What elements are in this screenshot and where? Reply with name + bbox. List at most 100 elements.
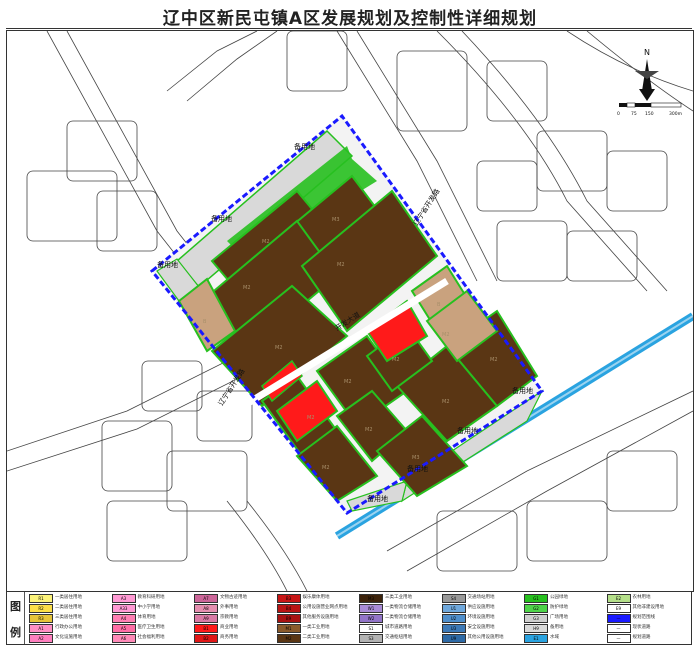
reserve-label-7: 备用地 [367, 494, 388, 503]
legend-swatch: S4 [441, 594, 466, 603]
legend-item: G2 防护绿地 [524, 604, 607, 613]
legend-item: A8 外事用地 [194, 604, 277, 613]
legend-label: 社会福利用地 [137, 635, 165, 640]
page-title: 辽中区新民屯镇A区发展规划及控制性详细规划 [162, 9, 538, 29]
legend-swatch: E9 [606, 604, 631, 613]
map-legend: 图 例 R1 一类居住用地 R2 二类居住用地 R3 三类居住用地 A1 行政办公用地 A2 文化… [6, 591, 692, 645]
legend-swatch: A2 [29, 634, 53, 643]
legend-item: M2 二类工业用地 [276, 634, 360, 643]
legend-swatch: M2 [276, 634, 301, 643]
legend-label: 广场用地 [550, 615, 568, 620]
legend-swatch: U2 [441, 614, 466, 623]
legend-item: A9 宗教用地 [194, 614, 277, 623]
legend-swatch: B4 [276, 604, 301, 613]
legend-item: G1 公园绿地 [524, 594, 607, 603]
legend-item: A6 社会福利用地 [111, 634, 195, 643]
legend-item: B1 商业用地 [194, 624, 277, 633]
block-code: B [203, 319, 207, 325]
title-divider [6, 28, 692, 29]
block-code: M2 [337, 262, 345, 268]
legend-item: U2 环境设施用地 [441, 614, 525, 623]
reserve-label-6: 备用地 [407, 464, 428, 473]
legend-label: 文物古迹用地 [220, 595, 247, 600]
legend-label: 三类居住用地 [55, 615, 82, 620]
legend-item: E2 农林用地 [606, 594, 690, 603]
scale-label: 75 [631, 111, 637, 117]
legend-label: 医疗卫生用地 [137, 625, 165, 630]
legend-label: 环境设施用地 [467, 615, 495, 620]
legend-label: 防护绿地 [550, 605, 568, 610]
legend-label: 现状道路 [632, 625, 651, 630]
legend-label: 公用设施营业网点用地 [302, 605, 348, 610]
scale-label: 0 [617, 111, 620, 117]
legend-label: 二类工业用地 [302, 635, 330, 640]
legend-item: M3 三类工业用地 [359, 594, 442, 603]
legend-item: A3 教育科研用地 [111, 594, 195, 603]
legend-label: 三类工业用地 [385, 595, 412, 600]
reserve-label-3: 备用地 [157, 260, 178, 269]
reserve-label-1: 备用地 [294, 142, 315, 151]
legend-label: 农林用地 [632, 595, 651, 600]
legend-item: U1 供应设施用地 [441, 604, 525, 613]
reserve-label-4: 备用地 [457, 426, 478, 435]
block-code: M3 [412, 455, 420, 461]
legend-swatch: A4 [111, 614, 136, 623]
legend-item: B2 商务用地 [194, 634, 277, 643]
block-code: B [437, 302, 441, 308]
legend-label: 交通枢纽用地 [385, 635, 412, 640]
legend-label: 一类工业用地 [302, 625, 330, 630]
block-code: M3 [332, 217, 340, 223]
legend-swatch: A5 [111, 624, 136, 633]
legend-label: 其他公用设施用地 [467, 635, 504, 640]
map-canvas[interactable]: 备用地 备用地 备用地 备用地 备用地 备用地 备用地 开发大道 辽宁省开发路 … [6, 30, 694, 592]
legend-swatch: A3 [111, 594, 136, 603]
legend-swatch: M3 [359, 594, 383, 603]
legend-label: 水域 [550, 635, 559, 640]
legend-swatch: A1 [29, 624, 53, 633]
legend-label: 商业用地 [220, 625, 238, 630]
legend-swatch: G3 [524, 614, 548, 623]
legend-swatch: — [606, 634, 631, 643]
legend-swatch: S1 [359, 624, 383, 633]
legend-label: 中小学用地 [137, 605, 161, 610]
planning-area [149, 113, 545, 515]
legend-item: A5 医疗卫生用地 [111, 624, 195, 633]
legend-swatch: U3 [441, 624, 466, 633]
legend-item: M1 一类工业用地 [276, 624, 360, 633]
legend-item: U9 其他公用设施用地 [441, 634, 525, 643]
legend-swatch: W2 [359, 614, 383, 623]
block-code: M2 [275, 345, 283, 351]
legend-label: 行政办公用地 [55, 625, 82, 630]
legend-swatch: — [606, 614, 631, 623]
legend-item: — 现状道路 [606, 624, 690, 633]
legend-item: A1 行政办公用地 [29, 624, 112, 633]
legend-label: 公园绿地 [550, 595, 568, 600]
legend-swatch: B1 [194, 624, 218, 633]
legend-label: 城市道路用地 [385, 625, 412, 630]
legend-item: R1 一类居住用地 [29, 594, 112, 603]
legend-swatch: E2 [606, 594, 631, 603]
legend-swatch: H9 [524, 624, 548, 633]
legend-label: 教育科研用地 [137, 595, 165, 600]
block-code: M2 [243, 285, 251, 291]
legend-label: 交通场站用地 [467, 595, 495, 600]
block-code: M2 [442, 332, 450, 338]
legend-label: 规划范围线 [632, 615, 656, 620]
scale-label: 150 [645, 111, 654, 117]
legend-label: 供应设施用地 [467, 605, 495, 610]
map-svg: 备用地 备用地 备用地 备用地 备用地 备用地 备用地 开发大道 辽宁省开发路 … [7, 31, 693, 591]
legend-label: 外事用地 [220, 605, 238, 610]
block-code: M2 [442, 399, 450, 405]
legend-swatch: B9 [276, 614, 301, 623]
map-frame: 辽中区新民屯镇A区发展规划及控制性详细规划 备用地 备用地 备用地 备用地 备用… [0, 0, 700, 648]
legend-item: G3 广场用地 [524, 614, 607, 623]
legend-swatch: W1 [359, 604, 383, 613]
legend-item: B3 娱乐康体用地 [276, 594, 360, 603]
legend-label: 体育用地 [137, 615, 156, 620]
legend-label: 商务用地 [220, 635, 238, 640]
legend-heading: 图 例 [7, 592, 25, 644]
legend-item: A2 文化设施用地 [29, 634, 112, 643]
legend-item: R2 二类居住用地 [29, 604, 112, 613]
legend-heading-char: 图 [10, 600, 21, 613]
block-code: M2 [344, 379, 352, 385]
